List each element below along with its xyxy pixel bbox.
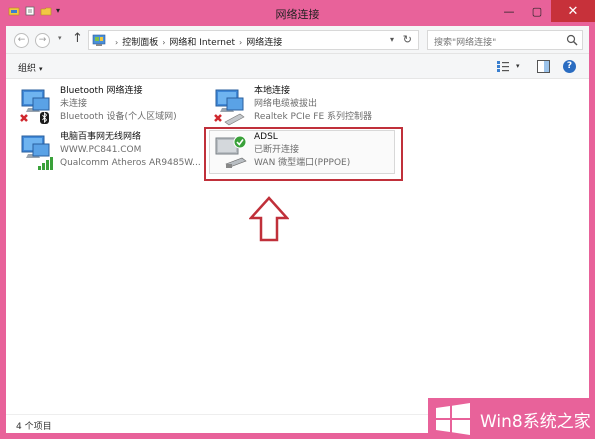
connection-device: Realtek PCIe FE 系列控制器 bbox=[254, 112, 373, 122]
preview-pane-icon[interactable] bbox=[537, 60, 550, 73]
maximize-button[interactable]: ▢ bbox=[523, 0, 551, 22]
organize-label: 组织 bbox=[18, 64, 37, 74]
connections-list: Bluetooth 网络连接 未连接 Bluetooth 设备(个人区域网) 本… bbox=[6, 80, 589, 410]
address-history-chevron-icon[interactable]: ▾ bbox=[390, 35, 394, 44]
watermark-text: Win8系统之家 bbox=[480, 412, 591, 432]
connection-status: 未连接 bbox=[60, 99, 88, 109]
search-icon[interactable] bbox=[566, 34, 578, 46]
breadcrumb-network-internet[interactable]: 网络和 Internet bbox=[169, 38, 235, 48]
breadcrumb-network-connections[interactable]: 网络连接 bbox=[246, 38, 282, 48]
item-count: 4 个项目 bbox=[16, 422, 52, 432]
change-view-icon[interactable] bbox=[496, 60, 510, 73]
minimize-button[interactable]: — bbox=[495, 0, 523, 22]
connection-text: Bluetooth 网络连接 未连接 Bluetooth 设备(个人区域网) bbox=[60, 85, 177, 124]
connection-text: 电脑百事网无线网络 WWW.PC841.COM Qualcomm Atheros… bbox=[60, 131, 201, 170]
breadcrumb-chevron-icon[interactable]: › bbox=[239, 38, 242, 47]
connection-text: 本地连接 网络电缆被拔出 Realtek PCIe FE 系列控制器 bbox=[254, 85, 372, 124]
watermark: Win8系统之家 bbox=[428, 398, 595, 439]
explorer-window: ▾ 网络连接 — ▢ ✕ ← → ▾ ↑ › 控制面板 › 网络和 Internet ›… bbox=[0, 0, 595, 433]
search-input[interactable]: 搜索"网络连接" bbox=[427, 30, 583, 50]
control-panel-icon bbox=[92, 34, 106, 46]
connection-name: 电脑百事网无线网络 bbox=[60, 132, 142, 142]
breadcrumb-chevron-icon[interactable]: › bbox=[162, 38, 165, 47]
address-bar-row: ← → ▾ ↑ › 控制面板 › 网络和 Internet › 网络连接 ▾ ↻ 搜索"网… bbox=[6, 26, 589, 54]
help-icon[interactable]: ? bbox=[563, 60, 576, 73]
connection-device: Qualcomm Atheros AR9485W... bbox=[60, 158, 201, 168]
up-arrow-icon[interactable]: ↑ bbox=[72, 31, 83, 46]
close-button[interactable]: ✕ bbox=[551, 0, 595, 22]
connection-name: Bluetooth 网络连接 bbox=[60, 86, 143, 96]
ethernet-network-icon bbox=[214, 89, 245, 126]
connection-item-local[interactable]: 本地连接 网络电缆被拔出 Realtek PCIe FE 系列控制器 bbox=[212, 84, 402, 126]
address-field[interactable]: › 控制面板 › 网络和 Internet › 网络连接 ▾ ↻ bbox=[88, 30, 419, 50]
refresh-icon[interactable]: ↻ bbox=[403, 33, 412, 46]
organize-menu-button[interactable]: 组织 ▾ bbox=[18, 61, 43, 74]
command-bar: 组织 ▾ ▾ ? bbox=[6, 54, 589, 79]
connection-item-wireless[interactable]: 电脑百事网无线网络 WWW.PC841.COM Qualcomm Atheros… bbox=[18, 130, 208, 172]
wireless-network-icon bbox=[21, 135, 53, 170]
connection-item-bluetooth[interactable]: Bluetooth 网络连接 未连接 Bluetooth 设备(个人区域网) bbox=[18, 84, 208, 126]
connection-status: WWW.PC841.COM bbox=[60, 145, 142, 155]
bluetooth-network-icon bbox=[20, 89, 50, 124]
search-placeholder: 搜索"网络连接" bbox=[434, 38, 497, 48]
breadcrumb-chevron-icon: › bbox=[115, 38, 119, 47]
windows-logo-icon bbox=[436, 403, 470, 435]
window-controls: — ▢ ✕ bbox=[495, 0, 595, 22]
connection-name: 本地连接 bbox=[254, 86, 291, 96]
chevron-down-icon: ▾ bbox=[39, 65, 43, 73]
forward-button[interactable]: → bbox=[35, 33, 50, 48]
back-button[interactable]: ← bbox=[14, 33, 29, 48]
recent-locations-chevron-icon[interactable]: ▾ bbox=[58, 34, 62, 42]
view-options-chevron-icon[interactable]: ▾ bbox=[516, 62, 520, 70]
breadcrumb-control-panel[interactable]: 控制面板 bbox=[122, 38, 158, 48]
breadcrumb: › 控制面板 › 网络和 Internet › 网络连接 bbox=[111, 35, 282, 48]
connection-status: 网络电缆被拔出 bbox=[254, 99, 318, 109]
title-bar[interactable]: ▾ 网络连接 — ▢ ✕ bbox=[0, 0, 595, 26]
highlight-box bbox=[204, 127, 403, 181]
up-arrow-annotation-icon bbox=[249, 196, 289, 242]
connection-device: Bluetooth 设备(个人区域网) bbox=[60, 112, 177, 122]
